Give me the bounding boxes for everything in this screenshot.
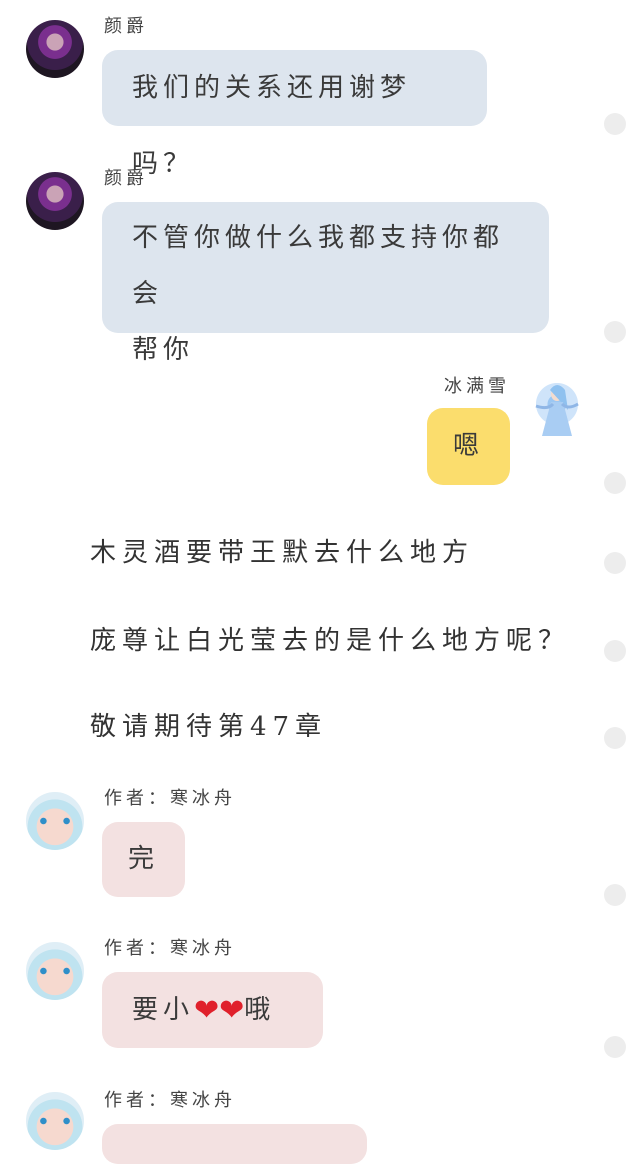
gray-dot-icon[interactable] <box>604 552 626 574</box>
fairy-icon <box>535 385 579 436</box>
message-text: 哦 <box>244 995 276 1025</box>
narration-line: 敬请期待第47章 <box>90 712 328 742</box>
message-text-line: 不管你做什么我都支持你都会 <box>132 223 505 309</box>
gray-dot-icon[interactable] <box>604 113 626 135</box>
sender-name: 颜爵 <box>104 16 148 37</box>
sender-name: 冰满雪 <box>444 376 510 397</box>
gray-dot-icon[interactable] <box>604 884 626 906</box>
avatar[interactable] <box>26 792 84 850</box>
message-bubble[interactable]: 不管你做什么我都支持你都会 帮你 <box>102 202 549 365</box>
avatar[interactable] <box>26 1092 84 1150</box>
message-bubble[interactable]: 要小❤❤哦 <box>102 972 323 1048</box>
heart-emoji-icon: ❤❤ <box>194 993 245 1028</box>
message-bubble[interactable]: 我们的关系还用谢梦吗？ <box>102 50 487 179</box>
gray-dot-icon[interactable] <box>604 472 626 494</box>
message-bubble[interactable]: 嗯 <box>427 408 510 485</box>
avatar[interactable] <box>26 20 84 78</box>
avatar[interactable] <box>528 380 586 440</box>
sender-name: 颜爵 <box>104 168 148 189</box>
gray-dot-icon[interactable] <box>604 727 626 749</box>
sender-name: 作者：寒冰舟 <box>104 788 236 809</box>
narration-line: 木灵酒要带王默去什么地方 <box>90 538 475 568</box>
sender-name: 作者：寒冰舟 <box>104 1090 236 1111</box>
gray-dot-icon[interactable] <box>604 640 626 662</box>
message-text: 我们的关系还用谢梦吗？ <box>132 73 412 179</box>
message-text: 要小 <box>132 995 195 1025</box>
gray-dot-icon[interactable] <box>604 321 626 343</box>
gray-dot-icon[interactable] <box>604 1036 626 1058</box>
message-text-line: 帮你 <box>132 335 195 365</box>
avatar[interactable] <box>26 172 84 230</box>
narration-line: 庞尊让白光莹去的是什么地方呢？ <box>90 626 571 656</box>
avatar[interactable] <box>26 942 84 1000</box>
sender-name: 作者：寒冰舟 <box>104 938 236 959</box>
message-bubble[interactable] <box>102 1124 367 1164</box>
message-text: 嗯 <box>452 431 484 461</box>
message-text: 完 <box>127 844 159 874</box>
message-bubble[interactable]: 完 <box>102 822 185 897</box>
